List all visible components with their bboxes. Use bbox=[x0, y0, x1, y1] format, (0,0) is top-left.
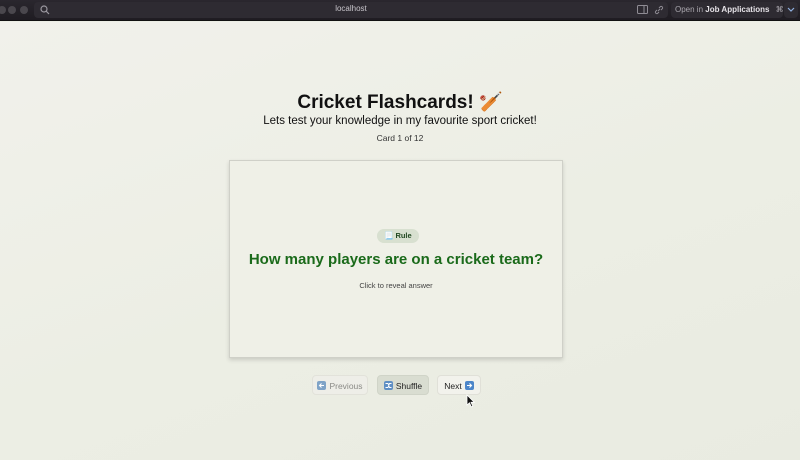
category-badge: 📃 Rule bbox=[377, 229, 419, 243]
url-text: localhost bbox=[335, 4, 367, 13]
open-in-app-name: Job Applications bbox=[705, 5, 770, 14]
arrow-right-icon bbox=[464, 381, 474, 390]
mouse-cursor-icon bbox=[466, 394, 476, 408]
open-in-app-button[interactable]: Open in Job Applications ⌘O bbox=[671, 2, 790, 18]
zoom-window-button[interactable] bbox=[20, 6, 28, 14]
close-window-button[interactable] bbox=[0, 6, 6, 14]
card-question: How many players are on a cricket team? bbox=[248, 251, 544, 268]
open-in-menu-button[interactable] bbox=[784, 2, 798, 18]
previous-button[interactable]: Previous bbox=[312, 375, 368, 395]
category-label: Rule bbox=[395, 231, 412, 240]
reveal-hint: Click to reveal answer bbox=[359, 281, 433, 290]
shuffle-button[interactable]: Shuffle bbox=[377, 375, 429, 395]
shuffle-icon bbox=[383, 381, 393, 390]
flashcard[interactable]: 📃 Rule How many players are on a cricket… bbox=[229, 160, 563, 358]
address-bar[interactable]: localhost bbox=[34, 2, 668, 18]
page: Cricket Flashcards! 🏏 Lets test your kno… bbox=[0, 22, 800, 460]
cast-icon[interactable] bbox=[637, 5, 648, 15]
document-icon: 📃 bbox=[384, 231, 394, 240]
arrow-left-icon bbox=[317, 381, 327, 390]
minimize-window-button[interactable] bbox=[8, 6, 16, 14]
chevron-down-icon bbox=[787, 7, 795, 12]
page-subtitle: Lets test your knowledge in my favourite… bbox=[263, 115, 537, 127]
next-label: Next bbox=[444, 381, 462, 391]
link-icon[interactable] bbox=[654, 5, 664, 15]
next-button[interactable]: Next bbox=[437, 375, 481, 395]
card-counter: Card 1 of 12 bbox=[376, 133, 424, 143]
open-in-prefix: Open in bbox=[675, 5, 704, 14]
browser-toolbar: localhost Open in Job Applications ⌘O bbox=[0, 0, 800, 21]
previous-label: Previous bbox=[329, 381, 363, 391]
shuffle-label: Shuffle bbox=[395, 381, 423, 391]
page-title: Cricket Flashcards! 🏏 bbox=[297, 92, 503, 113]
